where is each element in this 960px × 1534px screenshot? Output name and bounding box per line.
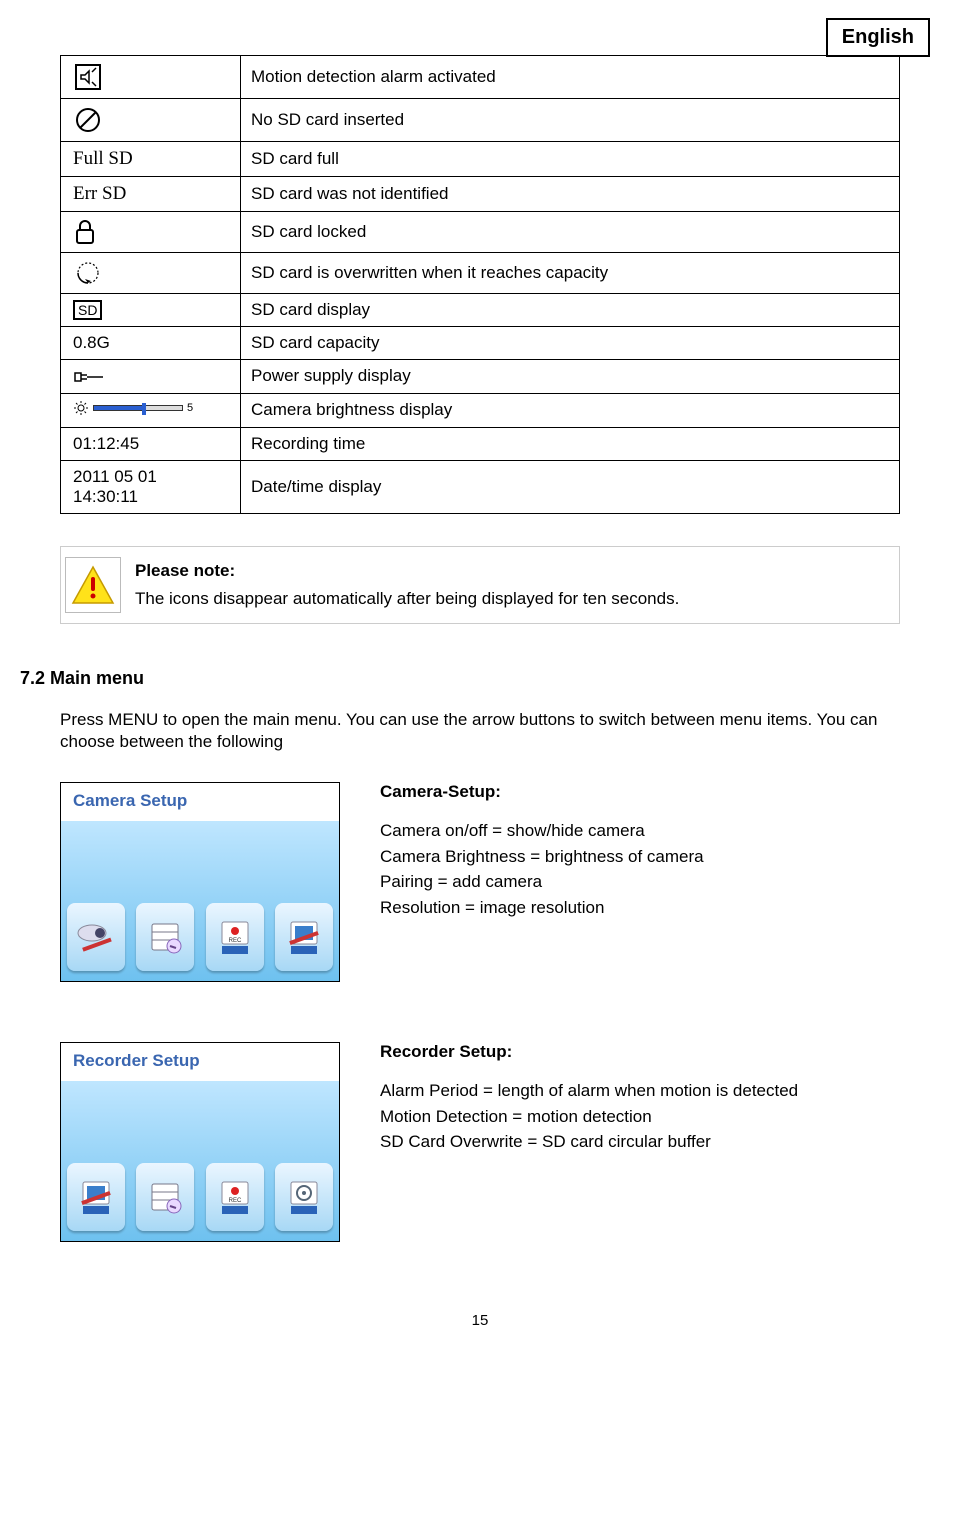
- recording-time-text: 01:12:45: [61, 427, 241, 460]
- recorder-setup-line: Motion Detection = motion detection: [380, 1107, 652, 1126]
- table-cell: SD card capacity: [241, 327, 900, 360]
- camera-setup-title: Camera-Setup:: [380, 782, 501, 801]
- table-row: SD card is overwritten when it reaches c…: [61, 253, 900, 294]
- table-cell: No SD card inserted: [241, 99, 900, 142]
- table-cell: Date/time display: [241, 460, 900, 513]
- camera-setup-line: Resolution = image resolution: [380, 898, 604, 917]
- svg-text:REC: REC: [228, 938, 241, 944]
- table-cell: Motion detection alarm activated: [241, 56, 900, 99]
- table-cell: Power supply display: [241, 360, 900, 394]
- record-menu-icon: REC: [206, 903, 264, 971]
- table-row: Power supply display: [61, 360, 900, 394]
- screenshot-title: Recorder Setup: [61, 1043, 339, 1081]
- lock-icon: [61, 212, 241, 253]
- note-text: The icons disappear automatically after …: [135, 589, 679, 608]
- table-cell: SD card full: [241, 142, 900, 177]
- camera-setup-row: Camera Setup: [60, 782, 900, 982]
- sd-box-icon: SD: [61, 294, 241, 327]
- camera-setup-line: Camera Brightness = brightness of camera: [380, 847, 704, 866]
- table-row: 5 Camera brightness display: [61, 393, 900, 427]
- camera-setup-screenshot: Camera Setup: [60, 782, 340, 982]
- speaker-icon: [61, 56, 241, 99]
- camera-setup-line: Camera on/off = show/hide camera: [380, 821, 645, 840]
- capacity-text: 0.8G: [61, 327, 241, 360]
- table-row: No SD card inserted: [61, 99, 900, 142]
- section-intro: Press MENU to open the main menu. You ca…: [60, 709, 900, 755]
- section-heading: 7.2 Main menu: [20, 668, 900, 689]
- recorder-setup-title: Recorder Setup:: [380, 1042, 512, 1061]
- table-cell: SD card is overwritten when it reaches c…: [241, 253, 900, 294]
- no-circle-icon: [61, 99, 241, 142]
- table-row: 2011 05 01 14:30:11 Date/time display: [61, 460, 900, 513]
- table-row: 01:12:45 Recording time: [61, 427, 900, 460]
- settings-menu-icon: [275, 1163, 333, 1231]
- record-menu-icon: REC: [206, 1163, 264, 1231]
- table-row: Full SD SD card full: [61, 142, 900, 177]
- recorder-setup-row: Recorder Setup: [60, 1042, 900, 1242]
- cycle-icon: [61, 253, 241, 294]
- recorder-setup-line: Alarm Period = length of alarm when moti…: [380, 1081, 798, 1100]
- camera-setup-line: Pairing = add camera: [380, 872, 542, 891]
- schedule-menu-icon: [136, 903, 194, 971]
- table-cell: Camera brightness display: [241, 393, 900, 427]
- table-row: Motion detection alarm activated: [61, 56, 900, 99]
- camera-menu-icon: [67, 903, 125, 971]
- datetime-text: 2011 05 01 14:30:11: [61, 460, 241, 513]
- table-cell: SD card display: [241, 294, 900, 327]
- err-sd-text: Err SD: [61, 177, 241, 212]
- plug-icon: [61, 360, 241, 394]
- language-badge: English: [826, 18, 930, 57]
- table-cell: SD card was not identified: [241, 177, 900, 212]
- icon-legend-table: Motion detection alarm activated No SD c…: [60, 55, 900, 514]
- table-row: Err SD SD card was not identified: [61, 177, 900, 212]
- tools-menu-icon: [275, 903, 333, 971]
- recorder-setup-screenshot: Recorder Setup: [60, 1042, 340, 1242]
- table-row: SD SD card display: [61, 294, 900, 327]
- note-title: Please note:: [135, 561, 235, 580]
- brightness-slider-icon: 5: [61, 393, 241, 427]
- table-row: SD card locked: [61, 212, 900, 253]
- table-row: 0.8G SD card capacity: [61, 327, 900, 360]
- page-number: 15: [60, 1312, 900, 1329]
- svg-text:REC: REC: [228, 1198, 241, 1204]
- recorder-setup-line: SD Card Overwrite = SD card circular buf…: [380, 1132, 711, 1151]
- schedule-menu-icon: [136, 1163, 194, 1231]
- table-cell: Recording time: [241, 427, 900, 460]
- note-box: Please note: The icons disappear automat…: [60, 546, 900, 624]
- warning-icon: [65, 557, 121, 613]
- tools-menu-icon: [67, 1163, 125, 1231]
- table-cell: SD card locked: [241, 212, 900, 253]
- screenshot-title: Camera Setup: [61, 783, 339, 821]
- full-sd-text: Full SD: [61, 142, 241, 177]
